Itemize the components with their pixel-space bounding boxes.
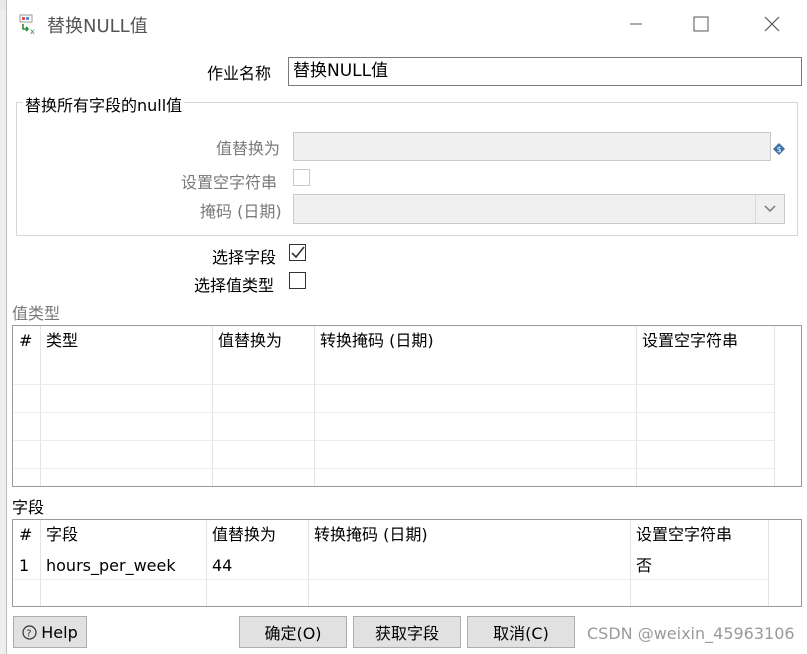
get-fields-button[interactable]: 获取字段 <box>353 616 461 648</box>
help-icon: ? <box>22 624 37 640</box>
row-divider <box>13 384 774 385</box>
job-name-label: 作业名称 <box>207 64 272 83</box>
row-divider <box>13 440 774 441</box>
set-empty-string-label: 设置空字符串 <box>181 173 278 192</box>
column-header-convert-mask[interactable]: 转换掩码 (日期) <box>308 520 630 550</box>
column-header-convert-mask[interactable]: 转换掩码 (日期) <box>314 326 634 356</box>
column-header-index[interactable]: # <box>13 520 41 550</box>
table-cell-set-empty-string[interactable]: 否 <box>630 552 768 580</box>
column-divider <box>636 326 637 486</box>
value-type-table[interactable]: # 类型 值替换为 转换掩码 (日期) 设置空字符串 <box>12 325 802 487</box>
select-value-type-checkbox[interactable] <box>289 272 306 289</box>
mask-date-combo[interactable] <box>293 194 785 224</box>
minimize-icon <box>630 23 642 25</box>
column-divider <box>774 326 775 486</box>
column-divider <box>40 326 41 486</box>
column-header-type[interactable]: 类型 <box>40 326 210 356</box>
close-button[interactable] <box>749 8 795 40</box>
select-field-checkbox[interactable] <box>289 244 306 261</box>
column-header-index[interactable]: # <box>13 326 41 356</box>
help-button[interactable]: ? Help <box>13 616 87 648</box>
variable-icon[interactable]: $ <box>773 140 785 155</box>
row-divider <box>13 468 774 469</box>
help-button-label: Help <box>41 622 78 642</box>
table-cell-field[interactable]: hours_per_week <box>40 552 206 580</box>
column-header-replace-value[interactable]: 值替换为 <box>206 520 308 550</box>
column-divider <box>212 326 213 486</box>
svg-text:$: $ <box>777 145 782 154</box>
replace-value-label: 值替换为 <box>216 139 281 158</box>
column-divider <box>768 520 769 606</box>
minimize-button[interactable] <box>613 8 659 40</box>
column-header-set-empty-string[interactable]: 设置空字符串 <box>630 520 768 550</box>
select-value-type-label: 选择值类型 <box>194 276 275 295</box>
svg-text:x: x <box>30 27 35 36</box>
ok-button[interactable]: 确定(O) <box>239 616 347 648</box>
select-field-label: 选择字段 <box>212 248 277 267</box>
column-divider <box>314 326 315 486</box>
csdn-watermark: CSDN @weixin_45963106 <box>587 624 795 643</box>
cancel-button[interactable]: 取消(C) <box>467 616 575 648</box>
maximize-icon <box>693 16 709 32</box>
replace-value-input[interactable] <box>293 132 771 161</box>
maximize-button[interactable] <box>678 8 724 40</box>
chevron-down-icon <box>764 205 776 213</box>
fields-table[interactable]: # 字段 值替换为 转换掩码 (日期) 设置空字符串 1 hours_per_w… <box>12 519 802 607</box>
table-cell-replace-value[interactable]: 44 <box>206 552 308 580</box>
row-divider <box>13 412 774 413</box>
column-header-field[interactable]: 字段 <box>40 520 206 550</box>
replace-all-null-group-title: 替换所有字段的null值 <box>23 92 185 116</box>
window-title: 替换NULL值 <box>47 16 148 37</box>
title-bar: x 替换NULL值 <box>7 0 807 48</box>
set-empty-string-checkbox[interactable] <box>293 169 310 186</box>
column-header-replace-value[interactable]: 值替换为 <box>212 326 312 356</box>
close-icon <box>764 16 780 32</box>
column-divider <box>308 520 309 606</box>
svg-text:?: ? <box>27 628 32 639</box>
table-row-index: 1 <box>19 556 30 575</box>
replace-null-dialog: x 替换NULL值 作业名称 替换NULL值 替换所有字段的null值 值替换为… <box>6 0 807 654</box>
checkmark-icon <box>291 246 305 259</box>
replace-null-step-icon: x <box>19 14 41 36</box>
job-name-input[interactable]: 替换NULL值 <box>288 57 802 86</box>
value-type-section-label: 值类型 <box>12 304 61 323</box>
fields-section-label: 字段 <box>12 498 45 517</box>
row-divider <box>13 579 768 580</box>
mask-date-dropdown-arrow[interactable] <box>755 195 784 223</box>
mask-date-label: 掩码 (日期) <box>200 202 282 221</box>
column-header-set-empty-string[interactable]: 设置空字符串 <box>636 326 774 356</box>
